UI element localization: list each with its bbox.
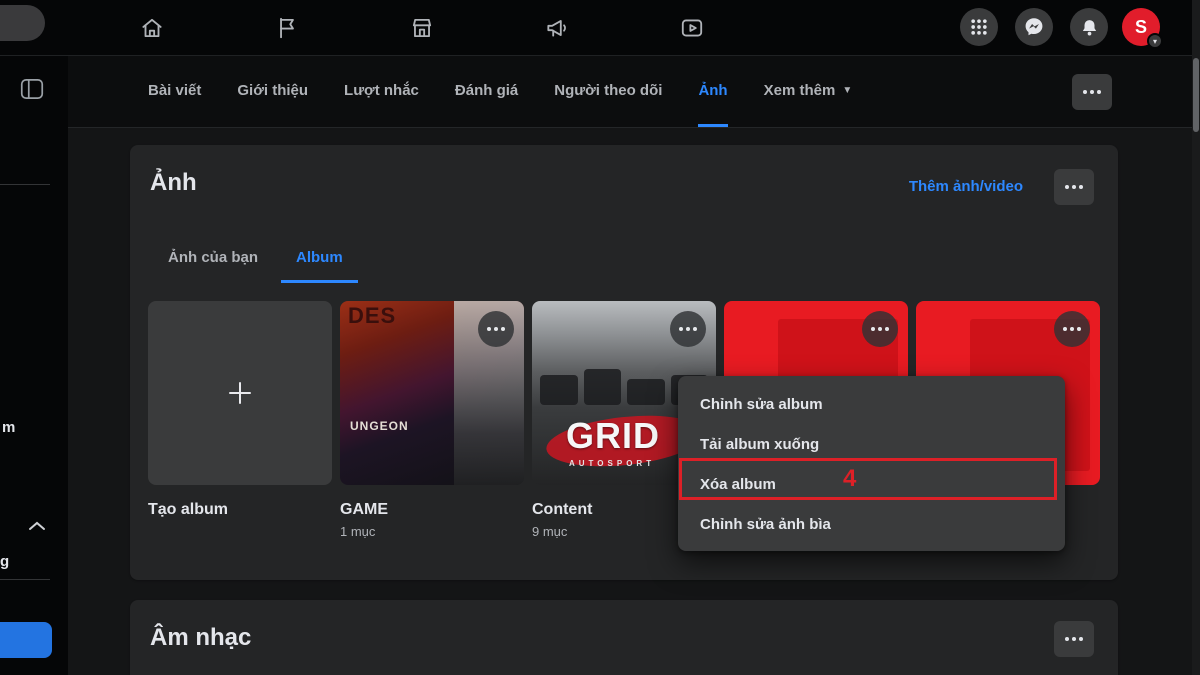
nav-adcenter-button[interactable] <box>517 6 597 50</box>
tab-anh-active[interactable]: Ảnh <box>698 56 727 127</box>
nav-marketplace-button[interactable] <box>382 6 462 50</box>
rail-divider <box>0 184 50 185</box>
apps-menu-button[interactable] <box>960 8 998 46</box>
tab-album-active[interactable]: Album <box>281 235 358 283</box>
marketplace-icon <box>409 15 435 41</box>
home-icon <box>139 15 165 41</box>
left-rail: m g <box>0 56 68 675</box>
watch-icon <box>679 15 705 41</box>
album-more-button[interactable] <box>862 311 898 347</box>
photos-card-title: Ảnh <box>150 169 197 197</box>
photos-card-more-button[interactable] <box>1054 169 1094 205</box>
top-navigation-bar: S ▾ <box>0 0 1200 56</box>
more-icon <box>679 327 683 331</box>
avatar-mark: S <box>1135 17 1147 38</box>
messenger-icon <box>1023 16 1045 38</box>
plus-icon <box>225 378 255 408</box>
rail-divider <box>0 579 50 580</box>
nav-pages-button[interactable] <box>247 6 327 50</box>
more-icon <box>487 327 491 331</box>
sidebar-toggle-button[interactable] <box>14 72 50 106</box>
album-label: Tạo album <box>148 501 332 519</box>
more-icon <box>871 327 875 331</box>
scrollbar-thumb[interactable] <box>1193 58 1199 132</box>
tab-nguoi-theo-doi[interactable]: Người theo dõi <box>554 56 662 127</box>
tab-danh-gia[interactable]: Đánh giá <box>455 56 518 127</box>
sidebar-panel-icon <box>18 75 46 103</box>
album-context-menu: Chỉnh sửa album Tải album xuống Xóa albu… <box>678 376 1065 551</box>
cover-text: AUTOSPORT <box>569 459 655 468</box>
album-cover-game[interactable]: DES UNGEON <box>340 301 524 485</box>
tab-gioi-thieu[interactable]: Giới thiệu <box>237 56 308 127</box>
rail-text-fragment: m <box>2 419 15 436</box>
profile-avatar[interactable]: S ▾ <box>1122 8 1160 46</box>
create-album-tile[interactable] <box>148 301 332 485</box>
profile-tabs-bar: Bài viết Giới thiệu Lượt nhắc Đánh giá N… <box>68 56 1200 128</box>
album-label: GAME <box>340 501 524 519</box>
chevron-down-icon: ▾ <box>1147 33 1163 49</box>
cover-text: DES <box>348 303 396 329</box>
messenger-button[interactable] <box>1015 8 1053 46</box>
music-card-title: Âm nhạc <box>150 624 251 652</box>
album-cell-create: Tạo album <box>148 301 332 539</box>
pages-flag-icon <box>274 15 300 41</box>
notifications-button[interactable] <box>1070 8 1108 46</box>
add-photo-video-link[interactable]: Thêm ảnh/video <box>909 178 1023 195</box>
scrollbar-track <box>1192 0 1200 675</box>
nav-home-button[interactable] <box>112 6 192 50</box>
menu-item-download-album[interactable]: Tải album xuống <box>682 424 1061 464</box>
tab-xem-them[interactable]: Xem thêm▼ <box>764 56 853 127</box>
apps-grid-icon <box>969 17 989 37</box>
album-more-button[interactable] <box>478 311 514 347</box>
facebook-profile-page: S ▾ m g Bài viết Giới thiệu Lượt nhắc Đá… <box>0 0 1200 675</box>
menu-item-delete-album[interactable]: Xóa album <box>682 464 1061 504</box>
album-more-button[interactable] <box>670 311 706 347</box>
notifications-bell-icon <box>1079 17 1100 38</box>
rail-text-fragment: g <box>0 553 9 570</box>
profile-more-options-button[interactable] <box>1072 74 1112 110</box>
cover-text: GRID <box>566 415 660 457</box>
album-cell-game: DES UNGEON GAME 1 mục <box>340 301 524 539</box>
menu-item-edit-cover-photo[interactable]: Chỉnh sửa ảnh bìa <box>682 504 1061 544</box>
music-card-more-button[interactable] <box>1054 621 1094 657</box>
menu-item-edit-album[interactable]: Chỉnh sửa album <box>682 384 1061 424</box>
tab-luot-nhac[interactable]: Lượt nhắc <box>344 56 419 127</box>
collapse-chevron-up-button[interactable] <box>24 514 50 538</box>
tab-anh-cua-ban[interactable]: Ảnh của bạn <box>153 235 273 283</box>
chevron-down-icon: ▼ <box>842 85 852 96</box>
nav-watch-button[interactable] <box>652 6 732 50</box>
more-icon <box>1083 90 1087 94</box>
tab-bai-viet[interactable]: Bài viết <box>148 56 201 127</box>
photos-card-tabs: Ảnh của bạn Album <box>153 235 358 283</box>
more-icon <box>1065 637 1069 641</box>
sidebar-primary-button-fragment[interactable] <box>0 622 52 658</box>
more-icon <box>1065 185 1069 189</box>
corner-pill-fragment <box>0 5 45 41</box>
album-more-button[interactable] <box>1054 311 1090 347</box>
album-count: 1 mục <box>340 524 524 539</box>
cover-text: UNGEON <box>350 419 409 433</box>
music-card: Âm nhạc <box>130 600 1118 675</box>
megaphone-icon <box>544 15 570 41</box>
more-icon <box>1063 327 1067 331</box>
